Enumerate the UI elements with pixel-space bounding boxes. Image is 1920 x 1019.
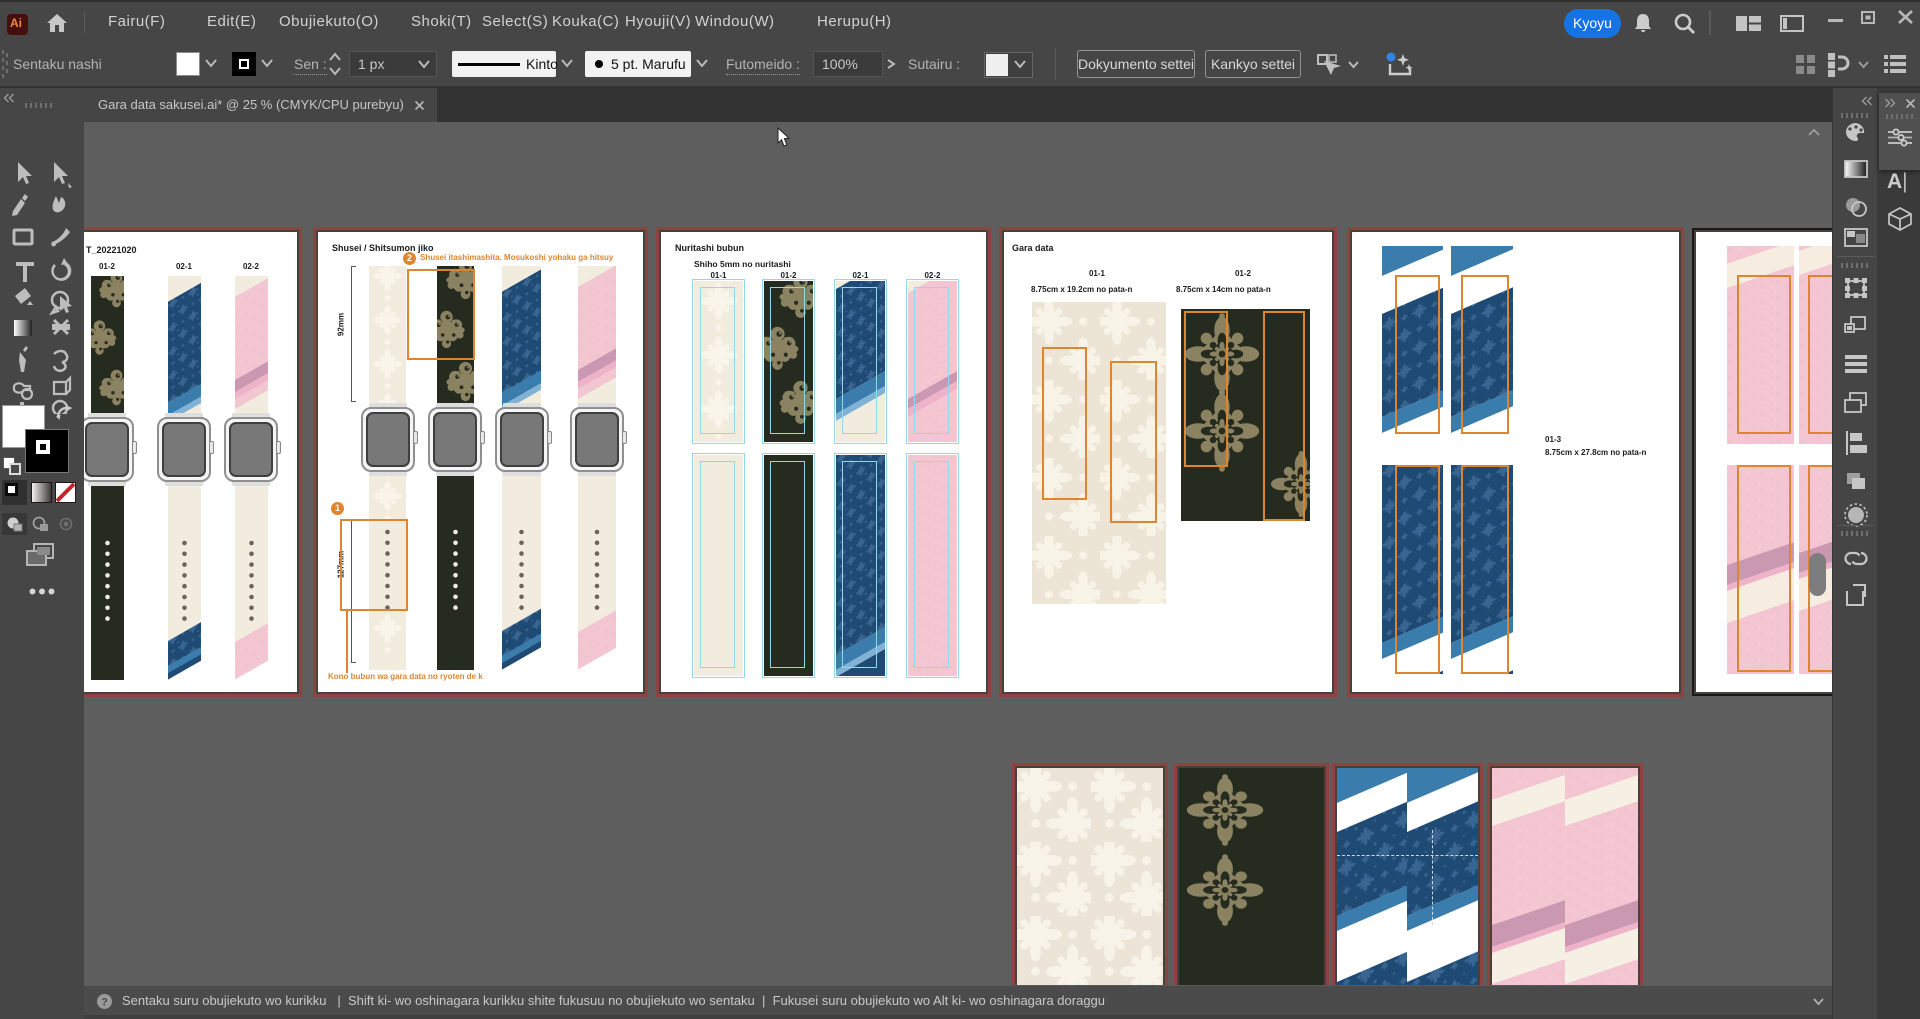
svg-text:?: ? bbox=[101, 997, 108, 1009]
